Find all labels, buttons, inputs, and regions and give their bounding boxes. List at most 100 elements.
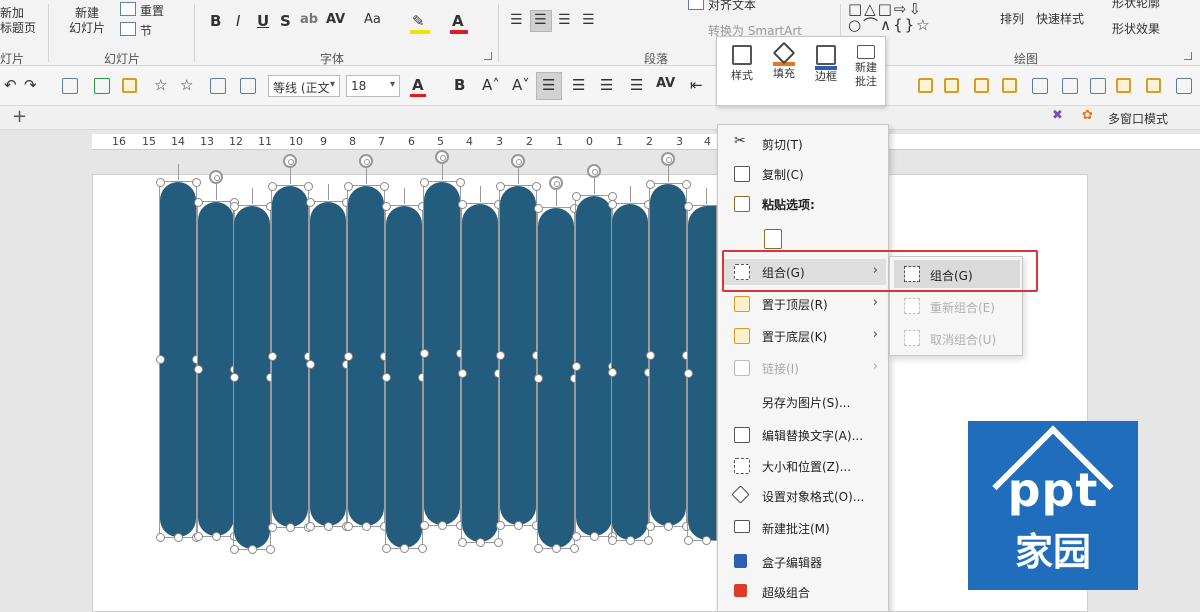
- arrange-button[interactable]: 排列: [1000, 10, 1024, 27]
- rounded-rect-shape[interactable]: [462, 204, 498, 542]
- char-spacing-button[interactable]: AV: [326, 12, 345, 27]
- rounded-rect-shape[interactable]: [538, 208, 574, 548]
- resize-handle[interactable]: [645, 179, 655, 189]
- arrange-tool-icon[interactable]: [1146, 78, 1161, 93]
- resize-handle[interactable]: [589, 531, 599, 541]
- resize-handle[interactable]: [379, 181, 389, 191]
- tool-icon[interactable]: [1062, 78, 1078, 94]
- resize-handle[interactable]: [607, 199, 617, 209]
- undo-icon[interactable]: ↶: [4, 76, 17, 94]
- rotate-handle-icon[interactable]: [209, 170, 223, 184]
- font-name-select[interactable]: 等线 (正文 ▾: [268, 75, 340, 97]
- tool-icon[interactable]: [1090, 78, 1106, 94]
- resize-handle[interactable]: [531, 181, 541, 191]
- list-icon[interactable]: ☰: [600, 76, 613, 94]
- resize-handle[interactable]: [305, 197, 315, 207]
- resize-handle[interactable]: [571, 531, 581, 541]
- resize-handle[interactable]: [457, 537, 467, 547]
- strikethrough-button[interactable]: S: [280, 12, 291, 30]
- resize-handle[interactable]: [419, 520, 429, 530]
- resize-handle[interactable]: [155, 355, 165, 364]
- resize-handle[interactable]: [305, 359, 315, 369]
- resize-handle[interactable]: [155, 177, 165, 187]
- resize-handle[interactable]: [343, 181, 353, 191]
- resize-handle[interactable]: [267, 522, 277, 532]
- text-direction-icon[interactable]: ⇤: [690, 76, 703, 94]
- star-icon[interactable]: ☆: [180, 76, 193, 94]
- font-color-button[interactable]: A: [452, 12, 464, 30]
- rounded-rect-shape[interactable]: [650, 184, 686, 526]
- resize-handle[interactable]: [229, 373, 239, 382]
- menu-item-edit-alt-text[interactable]: 编辑替换文字(A)...: [722, 422, 886, 448]
- shape-outline-button[interactable]: 形状轮廓: [1112, 0, 1160, 11]
- select-icon[interactable]: [122, 78, 137, 93]
- resize-handle[interactable]: [495, 181, 505, 191]
- resize-handle[interactable]: [343, 351, 353, 361]
- rotate-handle-icon[interactable]: [661, 152, 675, 166]
- resize-handle[interactable]: [683, 535, 693, 545]
- resize-handle[interactable]: [265, 544, 275, 554]
- rotate-handle-icon[interactable]: [283, 154, 297, 168]
- align-right-icon[interactable]: ☰: [558, 12, 571, 28]
- resize-handle[interactable]: [381, 543, 391, 553]
- settings-icon[interactable]: ✿: [1082, 108, 1093, 123]
- resize-handle[interactable]: [643, 535, 653, 545]
- rotate-handle-icon[interactable]: [549, 176, 563, 190]
- resize-handle[interactable]: [457, 199, 467, 209]
- rounded-rect-shape[interactable]: [234, 206, 270, 549]
- rotate-handle-icon[interactable]: [359, 154, 373, 168]
- resize-handle[interactable]: [533, 543, 543, 553]
- menu-item-send-to-back[interactable]: 置于底层(K) ›: [722, 323, 886, 349]
- resize-handle[interactable]: [551, 543, 561, 553]
- resize-handle[interactable]: [303, 181, 313, 191]
- resize-handle[interactable]: [455, 177, 465, 187]
- arrange-tool-icon[interactable]: [974, 78, 989, 93]
- resize-handle[interactable]: [571, 361, 581, 371]
- reset-button[interactable]: 重置: [140, 2, 164, 19]
- resize-handle[interactable]: [267, 352, 277, 361]
- shadow-icon[interactable]: ab: [300, 12, 318, 27]
- justify-icon[interactable]: ☰: [572, 76, 585, 94]
- rounded-rect-shape[interactable]: [424, 182, 460, 525]
- resize-handle[interactable]: [419, 177, 429, 187]
- resize-handle[interactable]: [513, 520, 523, 530]
- tool-icon[interactable]: [1032, 78, 1048, 94]
- arrange-tool-icon[interactable]: [1002, 78, 1017, 93]
- shape-effects-button[interactable]: 形状效果: [1112, 20, 1160, 37]
- section-button[interactable]: 节: [140, 22, 152, 39]
- resize-handle[interactable]: [533, 373, 543, 383]
- resize-handle[interactable]: [607, 367, 617, 377]
- resize-handle[interactable]: [625, 535, 635, 545]
- italic-button[interactable]: I: [236, 12, 240, 30]
- resize-handle[interactable]: [701, 535, 711, 545]
- resize-handle[interactable]: [495, 351, 505, 360]
- justify-icon[interactable]: ☰: [582, 12, 595, 28]
- resize-handle[interactable]: [437, 520, 447, 530]
- menu-item-save-as-picture[interactable]: 另存为图片(S)...: [722, 389, 886, 415]
- resize-handle[interactable]: [285, 522, 295, 532]
- rotate-handle-icon[interactable]: [435, 150, 449, 164]
- menu-item-format-object[interactable]: 设置对象格式(O)...: [722, 483, 886, 509]
- resize-handle[interactable]: [323, 521, 333, 531]
- border-button[interactable]: 边框: [807, 43, 845, 101]
- font-color-icon[interactable]: A: [412, 76, 424, 94]
- drawing-dialog-launcher[interactable]: [1184, 52, 1192, 60]
- rounded-rect-shape[interactable]: [310, 202, 346, 526]
- rounded-rect-shape[interactable]: [272, 186, 308, 527]
- resize-handle[interactable]: [305, 521, 315, 531]
- resize-handle[interactable]: [361, 521, 371, 531]
- rounded-rect-shape[interactable]: [500, 186, 536, 525]
- menu-item-box-editor[interactable]: 盒子编辑器: [722, 549, 886, 575]
- resize-handle[interactable]: [663, 521, 673, 531]
- resize-handle[interactable]: [173, 532, 183, 542]
- new-title-slide-partial[interactable]: 新加 标题页: [0, 6, 44, 36]
- new-comment-button[interactable]: 新建 批注: [847, 43, 885, 101]
- resize-handle[interactable]: [417, 543, 427, 553]
- align-left-icon[interactable]: ☰: [510, 12, 523, 28]
- shapes-gallery-row2[interactable]: ○⌒∧{}☆: [848, 14, 932, 35]
- arrange-tool-icon[interactable]: [944, 78, 959, 93]
- pin-icon[interactable]: [62, 78, 78, 94]
- change-case-button[interactable]: Aa: [364, 12, 381, 27]
- arrange-tool-icon[interactable]: [918, 78, 933, 93]
- rotate-handle-icon[interactable]: [587, 164, 601, 178]
